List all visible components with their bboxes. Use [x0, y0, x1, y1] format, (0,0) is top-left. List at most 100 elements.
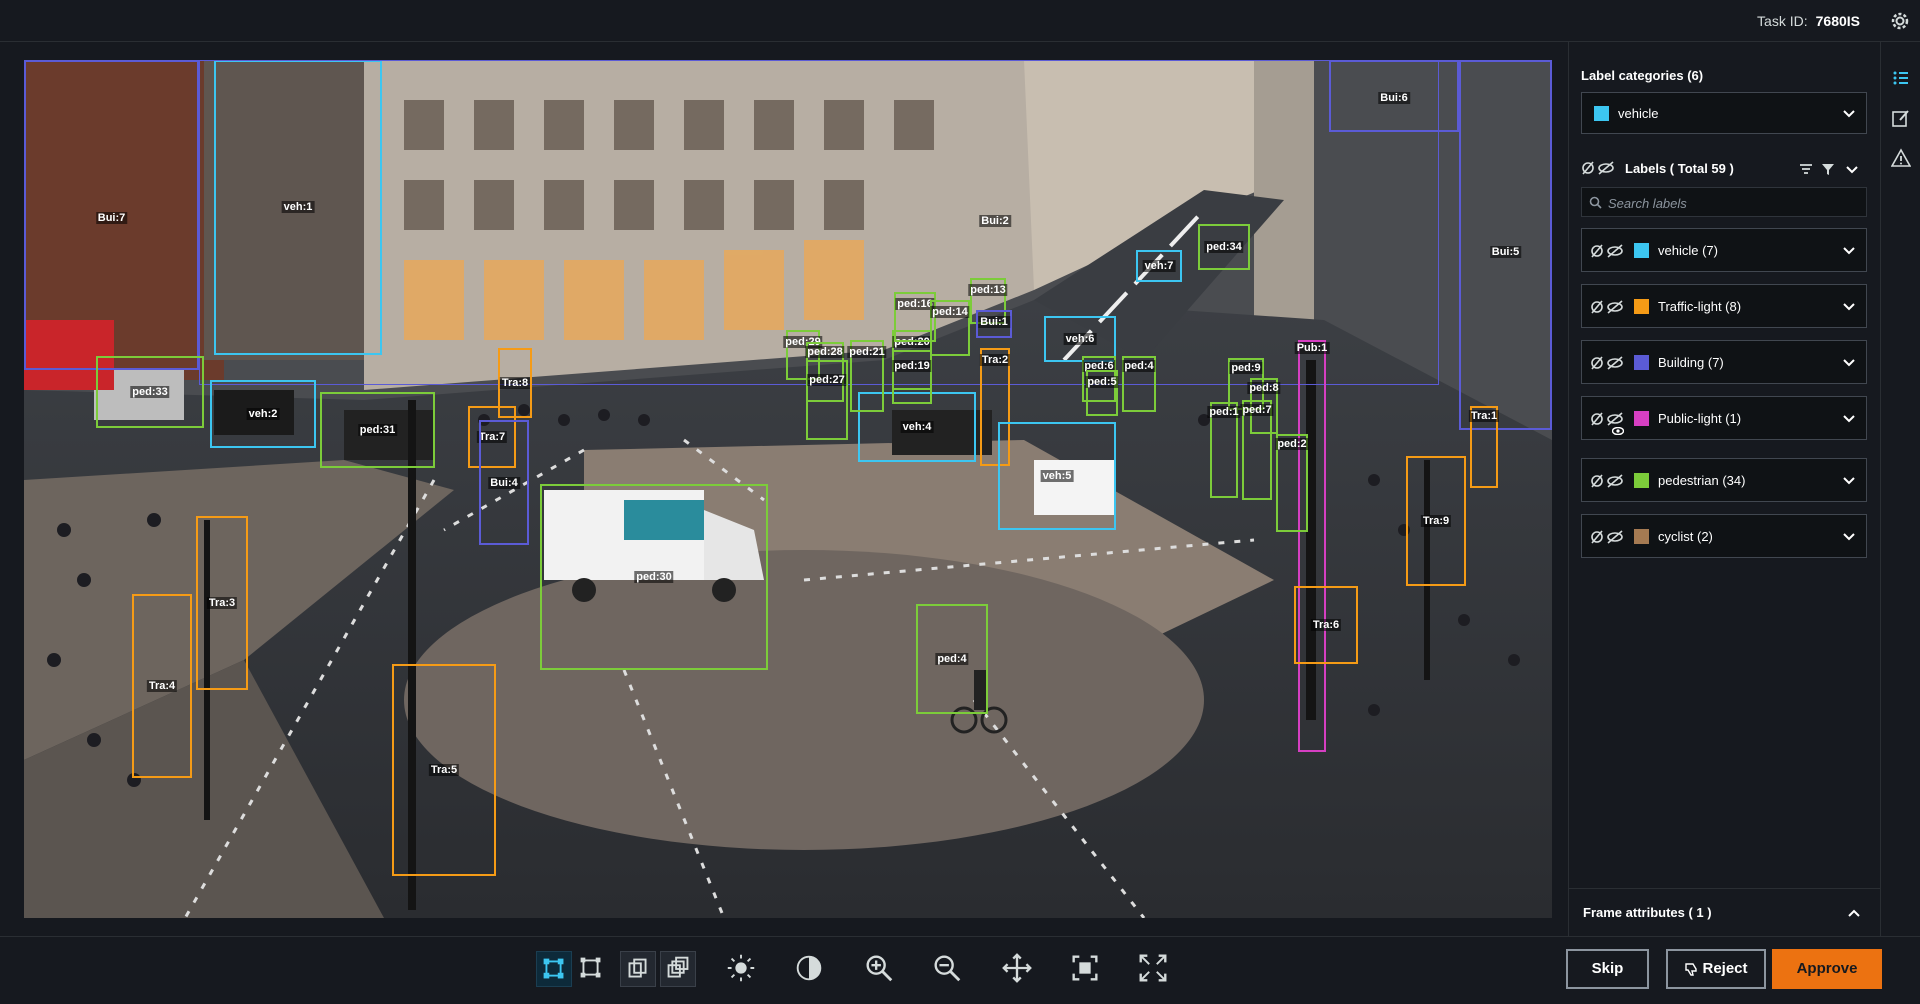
copy-tool[interactable] — [620, 951, 656, 987]
chevron-down-icon — [1843, 110, 1855, 118]
bbox[interactable]: Pub:1 — [1294, 340, 1330, 752]
label-group-public-light[interactable]: Public-light (1) — [1581, 396, 1867, 440]
bbox[interactable]: ped:1 — [1207, 402, 1241, 498]
zoom-out-tool[interactable] — [930, 951, 966, 987]
chevron-down-icon[interactable] — [1842, 356, 1856, 370]
label-group-name: Building (7) — [1658, 355, 1724, 370]
label-group-pedestrian[interactable]: pedestrian (34) — [1581, 458, 1867, 502]
move-tool[interactable] — [1000, 951, 1036, 987]
adjust-box-tool[interactable] — [574, 951, 610, 987]
bbox[interactable]: Tra:5 — [392, 664, 496, 876]
list-icon[interactable] — [1891, 68, 1911, 88]
visibility-toggle-icons[interactable] — [1581, 160, 1615, 176]
side-rail — [1880, 42, 1920, 936]
bbox[interactable]: Tra:1 — [1468, 406, 1500, 488]
visibility-toggle-icons[interactable] — [1590, 529, 1624, 545]
chevron-down-icon[interactable] — [1842, 244, 1856, 258]
bbox[interactable]: ped:2 — [1275, 434, 1309, 532]
bbox[interactable]: ped:4 — [916, 604, 988, 714]
bbox[interactable]: ped:30 — [540, 484, 768, 670]
bottom-toolbar: Skip Reject Approve — [0, 936, 1920, 1004]
search-placeholder: Search labels — [1608, 196, 1687, 211]
visibility-toggle-icons[interactable] — [1590, 299, 1624, 315]
gear-icon[interactable] — [1888, 9, 1912, 33]
annotation-canvas[interactable]: Bui:7 veh:1 Bui:2 Bui:6 Bui:5 ped:33 veh… — [0, 42, 1568, 936]
paste-tool[interactable] — [660, 951, 696, 987]
brightness-tool[interactable] — [724, 951, 760, 987]
visibility-toggle-icons[interactable] — [1590, 473, 1624, 489]
bbox[interactable]: Tra:3 — [196, 516, 248, 690]
category-select[interactable]: vehicle — [1581, 92, 1867, 134]
bbox[interactable]: ped:31 — [320, 392, 435, 468]
chevron-down-icon[interactable] — [1842, 412, 1856, 426]
filter-icon[interactable] — [1821, 162, 1835, 176]
bbox[interactable]: ped:14 — [930, 300, 970, 356]
label-swatch — [1634, 529, 1649, 544]
label-group-name: cyclist (2) — [1658, 529, 1713, 544]
move-icon — [1002, 953, 1032, 983]
category-select-value: vehicle — [1618, 106, 1659, 121]
frame-attributes-section[interactable]: Frame attributes ( 1 ) — [1569, 888, 1881, 936]
label-group-cyclist[interactable]: cyclist (2) — [1581, 514, 1867, 558]
zoom-in-tool[interactable] — [862, 951, 898, 987]
bbox[interactable]: ped:19 — [892, 350, 932, 404]
eye-icon[interactable] — [1612, 427, 1624, 435]
bbox[interactable]: ped:4 — [1122, 356, 1156, 412]
bbox[interactable]: Tra:6 — [1294, 586, 1358, 664]
bbox[interactable]: Bui:4 — [479, 420, 529, 545]
label-group-traffic-light[interactable]: Traffic-light (8) — [1581, 284, 1867, 328]
search-icon — [1589, 196, 1602, 209]
chevron-down-icon[interactable] — [1845, 163, 1859, 177]
label-swatch — [1634, 473, 1649, 488]
bbox[interactable]: ped:21 — [847, 340, 887, 412]
contrast-tool[interactable] — [792, 951, 828, 987]
bbox[interactable]: ped:34 — [1198, 224, 1250, 270]
bbox[interactable]: veh:7 — [1136, 250, 1182, 282]
visibility-toggle-icons[interactable] — [1590, 355, 1624, 371]
label-group-name: vehicle (7) — [1658, 243, 1718, 258]
bbox[interactable]: veh:5 — [998, 422, 1116, 530]
bbox[interactable]: ped:33 — [96, 356, 204, 428]
chevron-down-icon[interactable] — [1842, 474, 1856, 488]
bbox[interactable]: Tra:9 — [1406, 456, 1466, 586]
adjust-box-icon — [580, 957, 601, 978]
label-swatch — [1634, 243, 1649, 258]
label-panel: Label categories (6) vehicle Labels ( To… — [1568, 42, 1881, 936]
bbox[interactable]: Tra:4 — [132, 594, 192, 778]
bbox[interactable]: Bui:5 — [1459, 60, 1552, 430]
contrast-icon — [796, 955, 822, 981]
bbox[interactable]: ped:7 — [1240, 400, 1274, 500]
category-swatch — [1594, 106, 1609, 121]
chevron-down-icon[interactable] — [1842, 530, 1856, 544]
bounding-box-icon — [543, 958, 564, 979]
fullscreen-tool[interactable] — [1136, 951, 1172, 987]
warning-icon[interactable] — [1891, 148, 1911, 168]
visibility-toggle-icons[interactable] — [1590, 243, 1624, 259]
fullscreen-icon — [1139, 954, 1167, 982]
sort-icon[interactable] — [1799, 162, 1813, 176]
reject-button[interactable]: Reject — [1666, 949, 1766, 989]
edit-icon[interactable] — [1891, 108, 1911, 128]
label-group-building[interactable]: Building (7) — [1581, 340, 1867, 384]
search-labels-input[interactable]: Search labels — [1581, 187, 1867, 217]
bbox[interactable]: veh:2 — [210, 380, 316, 448]
bbox[interactable]: Bui:6 — [1329, 60, 1459, 132]
zoom-out-icon — [934, 955, 961, 982]
brightness-icon — [727, 954, 755, 982]
thumbs-down-icon — [1685, 963, 1698, 976]
fit-to-screen-tool[interactable] — [1068, 951, 1104, 987]
label-group-name: Traffic-light (8) — [1658, 299, 1742, 314]
label-group-vehicle[interactable]: vehicle (7) — [1581, 228, 1867, 272]
chevron-down-icon[interactable] — [1842, 300, 1856, 314]
bbox[interactable]: ped:5 — [1085, 370, 1119, 416]
chevron-up-icon[interactable] — [1847, 906, 1861, 920]
zoom-in-icon — [866, 955, 893, 982]
bbox[interactable]: Bui:7 — [24, 60, 199, 370]
skip-button[interactable]: Skip — [1566, 949, 1649, 989]
bounding-box-tool[interactable] — [536, 951, 572, 987]
visibility-toggle-icons[interactable] — [1590, 411, 1624, 427]
top-bar: Task ID: 7680IS — [0, 0, 1920, 42]
approve-button[interactable]: Approve — [1772, 949, 1882, 989]
bbox[interactable]: ped:27 — [806, 360, 848, 440]
bbox[interactable]: Bui:1 — [976, 310, 1012, 338]
